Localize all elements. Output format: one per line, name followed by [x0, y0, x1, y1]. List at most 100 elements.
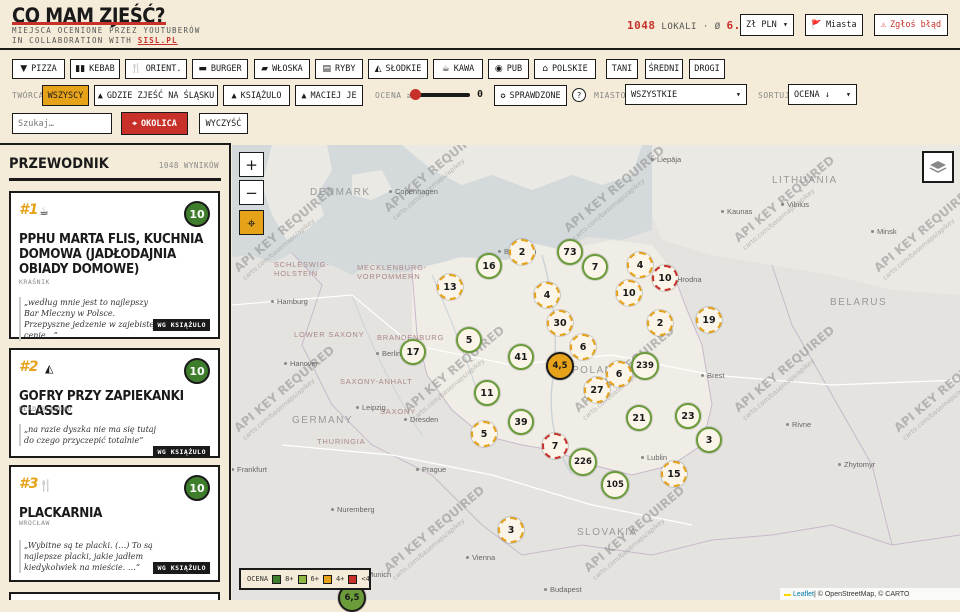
map-cluster-marker[interactable]: 23 [675, 403, 701, 429]
result-card[interactable]: #2 ◭ 10 GOFRY PRZY ZAPIEKANKI CLASSIC WŁADYS… [9, 348, 220, 458]
category-ryby-button[interactable]: ▤ RYBY [315, 59, 363, 79]
map-cluster-marker[interactable]: 13 [437, 274, 463, 300]
map-cluster-marker[interactable]: 3 [498, 517, 524, 543]
stats-summary: 1048 LOKALI · Ø 6.6 [627, 19, 748, 32]
city-dot [721, 210, 724, 213]
category-włoska-button[interactable]: ▰ WŁOSKA [254, 59, 310, 79]
nearby-button[interactable]: ⌖ OKOLICA [121, 112, 188, 135]
map-label-city: Kaunas [727, 207, 753, 216]
price-1-button[interactable]: ŚREDNI [645, 59, 683, 79]
sisl-link[interactable]: SISL.PL [138, 36, 178, 45]
map-cluster-marker[interactable]: 226 [569, 448, 597, 476]
locate-button[interactable]: ⌖ [239, 210, 264, 235]
map-cluster-marker[interactable]: 27 [584, 377, 610, 403]
category-polskie-button[interactable]: ⌂ POLSKIE [534, 59, 596, 79]
map-cluster-marker[interactable]: 6 [570, 334, 596, 360]
creator-slask-button[interactable]: ▲ GDZIE ZJEŚĆ NA ŚLĄSKU [94, 85, 218, 106]
help-icon[interactable]: ? [572, 88, 586, 102]
creator-maciej-button[interactable]: ▲ MACIEJ JE [295, 85, 363, 106]
map-cluster-marker[interactable]: 41 [508, 344, 534, 370]
map-cluster-marker[interactable]: 4 [534, 282, 560, 308]
place-city: WROCŁAW [19, 519, 50, 527]
map-label-city: Vilnius [787, 200, 809, 209]
map-label-region: SCHLESWIG-HOLSTEIN [274, 260, 330, 278]
city-label: MIASTO [594, 91, 626, 100]
map-label-city: Berlin [382, 349, 402, 358]
legend-swatch [322, 574, 332, 584]
category-słodkie-button[interactable]: ◭ SŁODKIE [368, 59, 428, 79]
sort-select[interactable]: OCENA ↓ ▾ [788, 84, 857, 105]
creator-ksiazulo-button[interactable]: ▲ KSIĄŻULO [223, 85, 290, 106]
legend-text: 6+ [310, 575, 319, 583]
map-view[interactable]: API KEY REQUIRED carto.com/basemaps/apike… [232, 145, 960, 600]
map-cluster-marker[interactable]: 11 [474, 380, 500, 406]
zoom-out-button[interactable]: − [239, 180, 264, 205]
map-cluster-marker[interactable]: 73 [557, 239, 583, 265]
category-pizza-button[interactable]: ▼ PIZZA [12, 59, 65, 79]
currency-select[interactable]: Zł PLN ▾ [740, 14, 794, 36]
city-dot [376, 352, 379, 355]
map-cluster-marker[interactable]: 5 [456, 327, 482, 353]
leaflet-link[interactable]: Leaflet [793, 591, 814, 598]
source-tag: WG KSIĄŻULO [153, 446, 210, 458]
cities-button[interactable]: 🚩 Miasta [805, 14, 863, 36]
rating-slider-handle[interactable] [410, 89, 421, 100]
city-dot [331, 508, 334, 511]
search-input[interactable] [12, 113, 112, 134]
map-cluster-marker[interactable]: 19 [696, 307, 722, 333]
city-dot [466, 556, 469, 559]
map-cluster-marker[interactable]: 7 [542, 433, 568, 459]
map-cluster-marker[interactable]: 3 [696, 427, 722, 453]
wloska-icon: ▰ [261, 64, 269, 74]
pizza-icon: ▼ [20, 64, 28, 74]
category-kebab-button[interactable]: ▮▮ KEBAB [70, 59, 120, 79]
result-card[interactable] [9, 592, 220, 600]
map-cluster-marker[interactable]: 5 [471, 421, 497, 447]
place-name: GOFRY PRZY ZAPIEKANKI CLASSIC [19, 388, 184, 419]
zoom-in-button[interactable]: + [239, 152, 264, 177]
map-cluster-marker[interactable]: 17 [400, 339, 426, 365]
city-dot [786, 423, 789, 426]
report-error-button[interactable]: ⚠ Zgłoś błąd [874, 14, 948, 36]
map-cluster-marker[interactable]: 39 [508, 409, 534, 435]
category-orient-button[interactable]: 🍴 ORIENT. [125, 59, 187, 79]
map-cluster-marker[interactable]: 10 [652, 265, 678, 291]
map-label-city: Budapest [550, 585, 582, 594]
map-cluster-marker[interactable]: 4,5 [546, 352, 574, 380]
result-card[interactable]: #3 🍴 10 PLACKARNIA WROCŁAW „Wybitne są te pla… [9, 465, 220, 582]
place-city: WŁADYSŁAWOWO [19, 405, 72, 413]
map-cluster-marker[interactable]: 2 [509, 239, 535, 265]
map-cluster-marker[interactable]: 4 [627, 252, 653, 278]
score-badge: 10 [184, 358, 210, 384]
category-kawa-button[interactable]: ☕ KAWA [433, 59, 483, 79]
rank-number: #3 [19, 476, 39, 492]
map-cluster-marker[interactable]: 105 [601, 471, 629, 499]
map-label-region: THURINGIA [317, 437, 366, 446]
legend-swatch [348, 574, 358, 584]
creator-all-button[interactable]: WSZYSCY [42, 85, 89, 106]
verified-toggle[interactable]: ✪ SPRAWDZONE [494, 85, 567, 106]
city-dot [498, 250, 501, 253]
map-cluster-marker[interactable]: 2 [647, 310, 673, 336]
map-cluster-marker[interactable]: 7 [582, 254, 608, 280]
pub-icon: ◉ [494, 64, 503, 74]
map-label-country: BELARUS [830, 297, 888, 308]
map-cluster-marker[interactable]: 10 [616, 280, 642, 306]
map-cluster-marker[interactable]: 21 [626, 405, 652, 431]
price-2-button[interactable]: DROGI [689, 59, 725, 79]
review-quote: „według mnie jest to najlepszy Bar Mlecz… [19, 297, 159, 341]
category-pub-button[interactable]: ◉ PUB [488, 59, 529, 79]
map-cluster-marker[interactable]: 15 [661, 461, 687, 487]
map-cluster-marker[interactable]: 6 [606, 361, 632, 387]
price-0-button[interactable]: TANI [606, 59, 638, 79]
map-cluster-marker[interactable]: 30 [547, 310, 573, 336]
map-cluster-marker[interactable]: 239 [631, 352, 659, 380]
layers-button[interactable] [922, 151, 954, 183]
city-dot [651, 158, 654, 161]
city-select[interactable]: WSZYSTKIE ▾ [625, 84, 747, 105]
place-city: KRAŚNIK [19, 278, 50, 286]
category-burger-button[interactable]: ▬ BURGER [192, 59, 248, 79]
clear-button[interactable]: WYCZYŚĆ [199, 113, 248, 134]
map-cluster-marker[interactable]: 16 [476, 253, 502, 279]
result-card[interactable]: #1 ☕ 10 PPHU MARTA FLIS, KUCHNIA DOMOWA (JA… [9, 191, 220, 341]
